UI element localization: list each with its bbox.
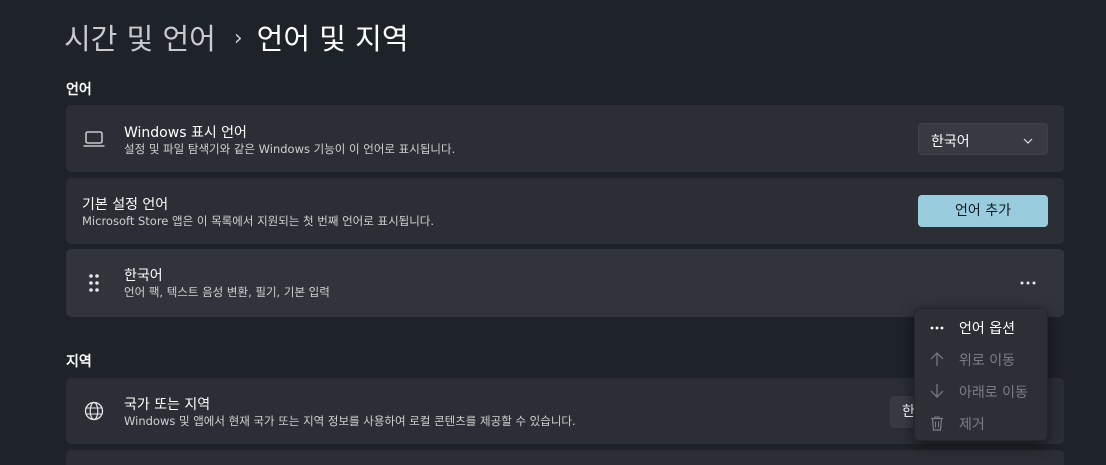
display-language-value: 한국어 [931,134,970,150]
settings-page: 시간 및 언어 › 언어 및 지역 언어 Windows 표시 언어 설정 및 … [0,0,1106,465]
preferred-languages-card: 기본 설정 언어 Microsoft Store 앱은 이 목록에서 지원되는 … [66,178,1064,244]
country-region-subtitle: Windows 및 앱에서 현재 국가 또는 지역 정보를 사용하여 로컬 콘텐… [124,414,576,428]
menu-item-label: 언어 옵션 [959,321,1015,337]
preferred-languages-title: 기본 설정 언어 [82,197,169,213]
more-icon [1020,281,1036,285]
menu-item-move-down[interactable]: 아래로 이동 [915,376,1047,406]
language-list-item[interactable]: 한국어 언어 팩, 텍스트 음성 변환, 필기, 기본 입력 [66,249,1064,317]
menu-item-move-up[interactable]: 위로 이동 [915,344,1047,374]
country-region-title: 국가 또는 지역 [124,397,211,413]
menu-item-language-options[interactable]: 언어 옵션 [915,312,1047,342]
display-language-title: Windows 표시 언어 [124,125,247,141]
menu-item-label: 제거 [959,417,985,433]
chevron-down-icon [1023,134,1033,144]
breadcrumb: 시간 및 언어 › 언어 및 지역 [64,18,409,60]
menu-item-label: 위로 이동 [959,353,1015,369]
menu-item-remove[interactable]: 제거 [915,408,1047,438]
menu-item-label: 아래로 이동 [959,385,1028,401]
display-language-card: Windows 표시 언어 설정 및 파일 탐색기와 같은 Windows 기능… [66,105,1064,172]
drag-handle-icon[interactable] [84,271,108,295]
section-title-region: 지역 [66,354,92,370]
page-title: 언어 및 지역 [256,22,409,56]
arrow-up-icon [929,351,945,367]
more-icon [929,319,945,335]
language-context-menu: 언어 옵션 위로 이동 아래로 이동 제거 [914,308,1048,441]
arrow-down-icon [929,383,945,399]
section-title-language: 언어 [66,82,92,98]
next-settings-card [66,450,1064,465]
breadcrumb-parent[interactable]: 시간 및 언어 [64,18,216,60]
breadcrumb-separator: › [233,26,243,51]
display-language-subtitle: 설정 및 파일 탐색기와 같은 Windows 기능이 이 언어로 표시됩니다. [124,142,456,156]
laptop-icon [82,127,106,151]
more-options-button[interactable] [1014,270,1042,294]
language-item-subtitle: 언어 팩, 텍스트 음성 변환, 필기, 기본 입력 [124,285,330,299]
language-item-title: 한국어 [124,268,163,284]
display-language-dropdown[interactable]: 한국어 [918,123,1048,155]
add-language-button[interactable]: 언어 추가 [918,195,1048,227]
preferred-languages-subtitle: Microsoft Store 앱은 이 목록에서 지원되는 첫 번째 언어로 … [82,214,435,228]
trash-icon [929,415,945,431]
globe-icon [82,399,106,423]
